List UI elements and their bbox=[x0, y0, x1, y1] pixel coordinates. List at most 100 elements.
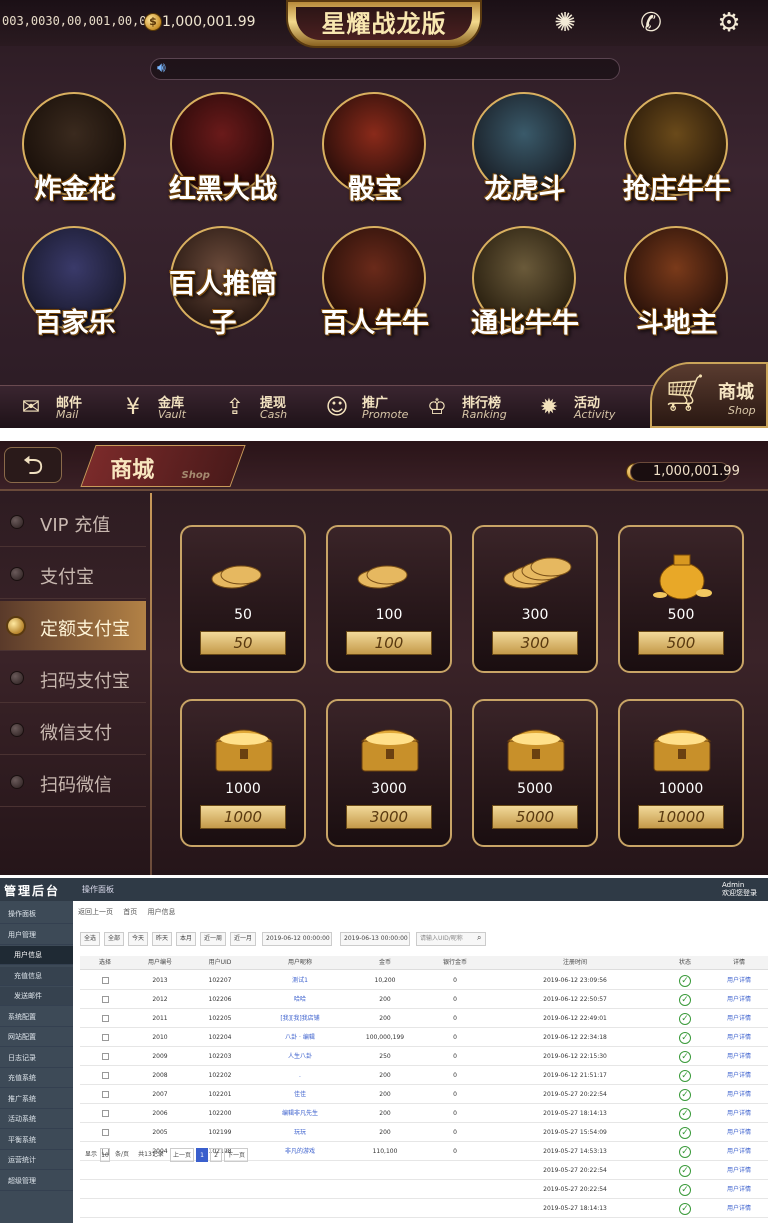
user-detail-link[interactable]: 用户详情 bbox=[710, 1028, 768, 1047]
filter-button[interactable]: 今天 bbox=[128, 932, 149, 946]
filter-button[interactable]: 全部 bbox=[104, 932, 125, 946]
user-detail-link[interactable]: 用户详情 bbox=[710, 1066, 768, 1085]
coin-package-card[interactable]: 100 100 bbox=[326, 525, 452, 673]
user-detail-link[interactable]: 用户详情 bbox=[710, 971, 768, 990]
package-price-button[interactable]: 5000 bbox=[492, 805, 578, 829]
game-tile[interactable]: 骰宝 bbox=[308, 88, 442, 218]
user-nickname[interactable]: 编辑非凡先生 bbox=[250, 1104, 350, 1123]
payment-method-item[interactable]: VIP 充值 bbox=[0, 497, 146, 547]
admin-nav-item[interactable]: 推广系统 bbox=[0, 1090, 73, 1109]
column-header[interactable]: 用户昵称 bbox=[250, 956, 350, 970]
row-checkbox[interactable] bbox=[80, 990, 130, 1009]
user-nickname[interactable]: 八卦 · 编辑 bbox=[250, 1028, 350, 1047]
filter-button[interactable]: 本月 bbox=[176, 932, 197, 946]
bottom-item-mail[interactable]: ✉ 邮件 Mail bbox=[16, 392, 112, 424]
bottom-item-promote[interactable]: ☺ 推广 Promote bbox=[322, 392, 418, 424]
date-to-input[interactable]: 2019-06-13 00:00:00 bbox=[340, 932, 410, 946]
back-link[interactable]: 返回上一页 bbox=[78, 908, 113, 916]
admin-nav-item[interactable]: 平衡系统 bbox=[0, 1131, 73, 1150]
user-nickname[interactable]: . bbox=[250, 1066, 350, 1085]
coin-package-card[interactable]: 1000 1000 bbox=[180, 699, 306, 847]
admin-nav-item[interactable]: 用户管理 bbox=[0, 926, 73, 945]
user-detail-link[interactable]: 用户详情 bbox=[710, 1161, 768, 1180]
admin-tab[interactable]: 操作面板 bbox=[82, 884, 114, 895]
row-checkbox[interactable] bbox=[80, 1009, 130, 1028]
game-tile[interactable]: 红黑大战 bbox=[156, 88, 290, 218]
column-header[interactable]: 金币 bbox=[350, 956, 420, 970]
pager-prev[interactable]: 上一页 bbox=[170, 1148, 194, 1162]
game-tile[interactable]: 通比牛牛 bbox=[458, 222, 592, 352]
row-checkbox[interactable] bbox=[80, 971, 130, 990]
user-detail-link[interactable]: 用户详情 bbox=[710, 1009, 768, 1028]
admin-nav-item[interactable]: 系统配置 bbox=[0, 1008, 73, 1027]
admin-nav-item[interactable]: 运营统计 bbox=[0, 1151, 73, 1170]
row-checkbox[interactable] bbox=[80, 1028, 130, 1047]
row-checkbox[interactable] bbox=[80, 1104, 130, 1123]
filter-button[interactable]: 近一月 bbox=[230, 932, 257, 946]
user-detail-link[interactable]: 用户详情 bbox=[710, 1142, 768, 1161]
coin-package-card[interactable]: 300 300 bbox=[472, 525, 598, 673]
crumb-home[interactable]: 首页 bbox=[123, 908, 137, 916]
package-price-button[interactable]: 300 bbox=[492, 631, 578, 655]
admin-nav-item[interactable]: 网站配置 bbox=[0, 1028, 73, 1047]
row-checkbox[interactable] bbox=[80, 1066, 130, 1085]
column-header[interactable]: 状态 bbox=[660, 956, 710, 970]
payment-method-item[interactable]: 扫码微信 bbox=[0, 757, 146, 807]
package-price-button[interactable]: 3000 bbox=[346, 805, 432, 829]
user-detail-link[interactable]: 用户详情 bbox=[710, 990, 768, 1009]
package-price-button[interactable]: 100 bbox=[346, 631, 432, 655]
filter-button[interactable]: 全选 bbox=[80, 932, 101, 946]
payment-method-item[interactable]: 扫码支付宝 bbox=[0, 653, 146, 703]
game-tile[interactable]: 龙虎斗 bbox=[458, 88, 592, 218]
package-price-button[interactable]: 50 bbox=[200, 631, 286, 655]
user-detail-link[interactable]: 用户详情 bbox=[710, 1180, 768, 1199]
date-from-input[interactable]: 2019-06-12 00:00:00 bbox=[262, 932, 332, 946]
user-nickname[interactable]: 哈哈 bbox=[250, 990, 350, 1009]
user-nickname[interactable]: 非凡的游戏 bbox=[250, 1142, 350, 1161]
admin-nav-item[interactable]: 活动系统 bbox=[0, 1110, 73, 1129]
payment-method-item[interactable]: 定额支付宝 bbox=[0, 601, 146, 651]
game-tile[interactable]: 百人推筒子 bbox=[156, 222, 290, 352]
column-header[interactable]: 用户UID bbox=[190, 956, 250, 970]
pager-p2[interactable]: 2 bbox=[210, 1148, 222, 1162]
user-nickname[interactable]: [我][我]我店铺 bbox=[250, 1009, 350, 1028]
coin-package-card[interactable]: 50 50 bbox=[180, 525, 306, 673]
admin-nav-item[interactable]: 超级管理 bbox=[0, 1172, 73, 1191]
game-tile[interactable]: 炸金花 bbox=[8, 88, 142, 218]
payment-method-item[interactable]: 支付宝 bbox=[0, 549, 146, 599]
search-icon[interactable]: ⌕ bbox=[474, 932, 488, 946]
column-header[interactable]: 银行金币 bbox=[420, 956, 490, 970]
bottom-item-cash[interactable]: ⇪ 提现 Cash bbox=[220, 392, 316, 424]
payment-method-item[interactable]: 微信支付 bbox=[0, 705, 146, 755]
bottom-item-ranking[interactable]: ♔ 排行榜 Ranking bbox=[422, 392, 518, 424]
user-detail-link[interactable]: 用户详情 bbox=[710, 1104, 768, 1123]
game-tile[interactable]: 百人牛牛 bbox=[308, 222, 442, 352]
wheel-icon[interactable]: ✺ bbox=[548, 6, 582, 40]
game-tile[interactable]: 斗地主 bbox=[610, 222, 744, 352]
row-checkbox[interactable] bbox=[80, 1047, 130, 1066]
gear-icon[interactable]: ⚙ bbox=[712, 6, 746, 40]
user-nickname[interactable]: 玩玩 bbox=[250, 1123, 350, 1142]
user-nickname[interactable]: 佳佳 bbox=[250, 1085, 350, 1104]
user-detail-link[interactable]: 用户详情 bbox=[710, 1085, 768, 1104]
user-nickname[interactable]: 测试1 bbox=[250, 971, 350, 990]
admin-nav-item[interactable]: 充值信息 bbox=[0, 966, 73, 986]
coin-package-card[interactable]: 500 500 bbox=[618, 525, 744, 673]
admin-user[interactable]: Admin 欢迎您登录 bbox=[722, 881, 757, 897]
coin-package-card[interactable]: 10000 10000 bbox=[618, 699, 744, 847]
coin-package-card[interactable]: 3000 3000 bbox=[326, 699, 452, 847]
column-header[interactable]: 用户编号 bbox=[130, 956, 190, 970]
user-detail-link[interactable]: 用户详情 bbox=[710, 1199, 768, 1218]
column-header[interactable]: 注册时间 bbox=[490, 956, 660, 970]
column-header[interactable]: 详情 bbox=[710, 956, 768, 970]
shop-button[interactable]: 🛒︎ 商城 Shop bbox=[650, 362, 768, 428]
back-button[interactable]: ⮌ bbox=[4, 447, 62, 483]
package-price-button[interactable]: 1000 bbox=[200, 805, 286, 829]
package-price-button[interactable]: 500 bbox=[638, 631, 724, 655]
row-checkbox[interactable] bbox=[80, 1085, 130, 1104]
pager-per[interactable]: 10 bbox=[100, 1148, 110, 1162]
phone-icon[interactable]: ✆ bbox=[634, 6, 668, 40]
package-price-button[interactable]: 10000 bbox=[638, 805, 724, 829]
user-detail-link[interactable]: 用户详情 bbox=[710, 1123, 768, 1142]
game-tile[interactable]: 抢庄牛牛 bbox=[610, 88, 744, 218]
